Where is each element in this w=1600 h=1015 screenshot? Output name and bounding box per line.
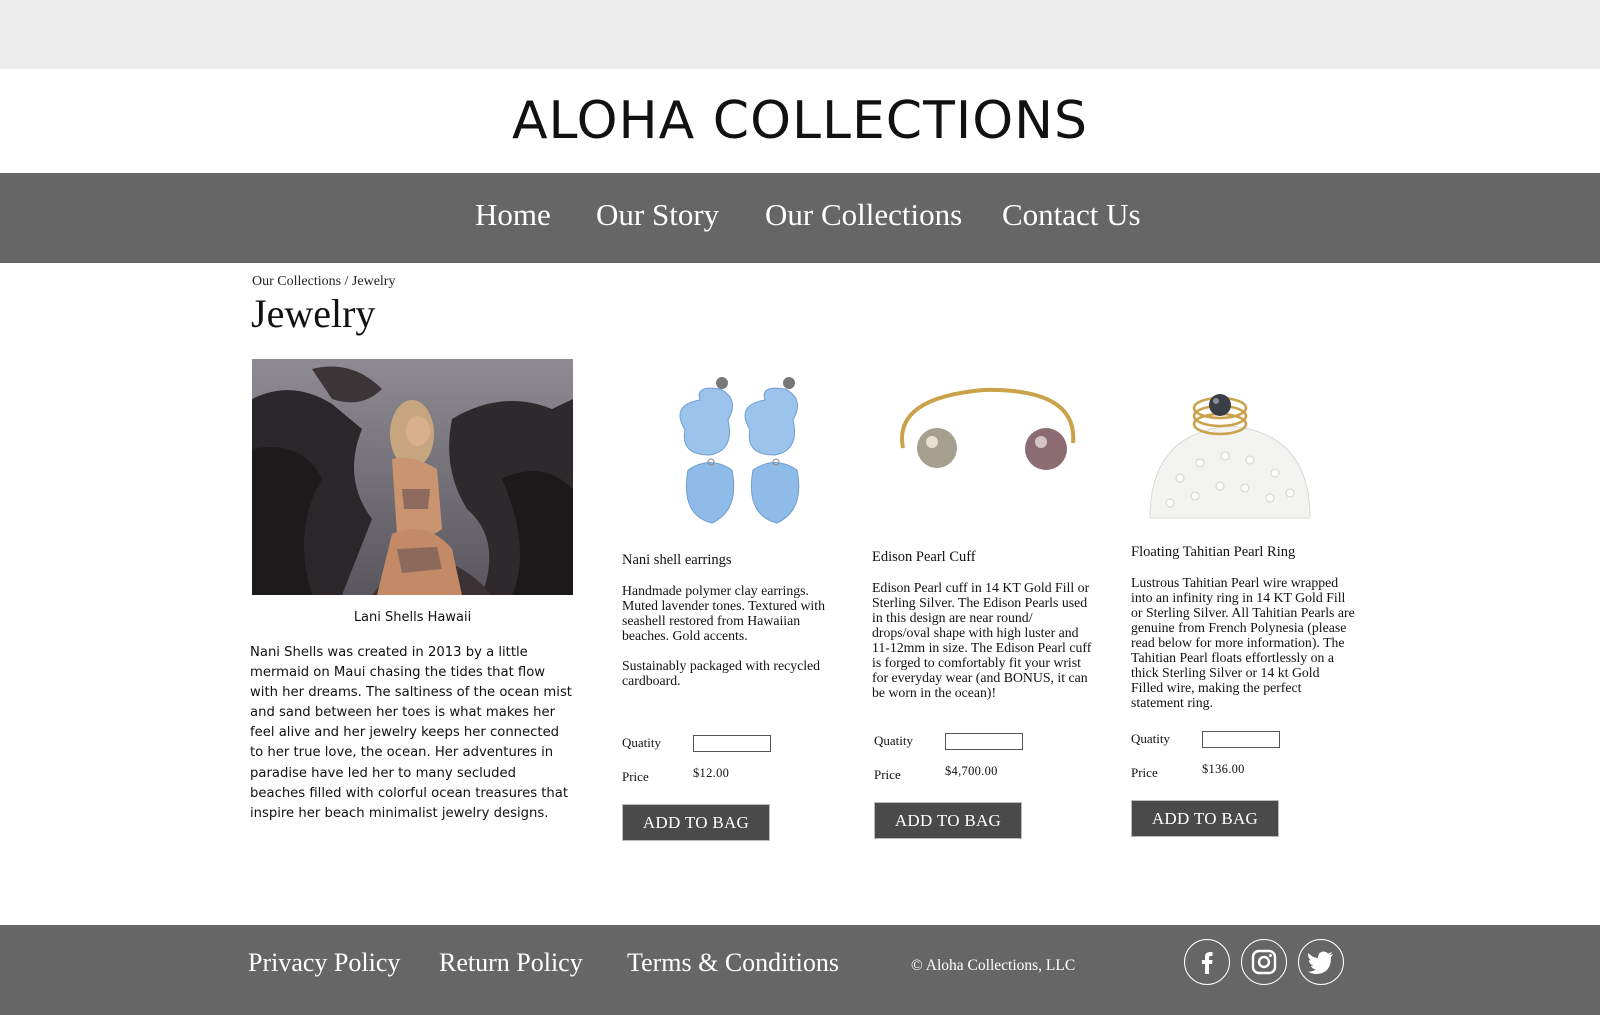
- copyright-text: © Aloha Collections, LLC: [911, 957, 1076, 974]
- nav-our-story[interactable]: Our Story: [596, 197, 719, 233]
- add-to-bag-button[interactable]: ADD TO BAG: [874, 802, 1022, 839]
- product-description-para: Sustainably packaged with recycled cardb…: [622, 658, 821, 688]
- instagram-icon[interactable]: [1241, 939, 1287, 985]
- nav-contact-us[interactable]: Contact Us: [1002, 197, 1141, 233]
- about-text: Nani Shells was created in 2013 by a lit…: [250, 645, 572, 821]
- product-image-pearl-ring[interactable]: [1140, 378, 1320, 526]
- model-photo: [252, 359, 573, 595]
- price-value: $4,700.00: [945, 764, 998, 778]
- site-footer: Privacy Policy Return Policy Terms & Con…: [0, 925, 1600, 1015]
- price-value: $12.00: [693, 766, 730, 780]
- product-name[interactable]: Edison Pearl Cuff: [872, 549, 976, 566]
- nav-home[interactable]: Home: [475, 197, 551, 233]
- add-to-bag-button[interactable]: ADD TO BAG: [622, 804, 770, 841]
- breadcrumb[interactable]: Our Collections / Jewelry: [252, 274, 395, 290]
- product-description: Edison Pearl cuff in 14 KT Gold Fill or …: [872, 580, 1092, 700]
- product-description: Handmade polymer clay earrings. Muted la…: [622, 583, 844, 688]
- product-image-pearl-cuff[interactable]: [883, 378, 1088, 503]
- tahitian-pearl-ring-icon: [1149, 394, 1311, 519]
- quantity-label: Quatity: [874, 733, 913, 748]
- price-label: Price: [622, 769, 649, 784]
- product-description-para: Edison Pearl cuff in 14 KT Gold Fill or …: [872, 580, 1092, 700]
- quantity-input[interactable]: [1202, 731, 1280, 748]
- footer-link-terms-conditions[interactable]: Terms & Conditions: [627, 948, 839, 978]
- site-header: ALOHA COLLECTIONS: [0, 69, 1600, 173]
- top-bar: [0, 0, 1600, 69]
- site-title[interactable]: ALOHA COLLECTIONS: [0, 69, 1600, 173]
- product-name[interactable]: Nani shell earrings: [622, 552, 732, 569]
- model-on-rocks-image: [252, 359, 573, 595]
- footer-link-privacy-policy[interactable]: Privacy Policy: [248, 948, 400, 978]
- quantity-input[interactable]: [693, 735, 771, 752]
- price-label: Price: [874, 767, 901, 782]
- product-description: Lustrous Tahitian Pearl wire wrapped int…: [1131, 575, 1355, 710]
- pearl-cuff-icon: [900, 387, 1076, 470]
- nav-our-collections[interactable]: Our Collections: [765, 197, 962, 233]
- main-nav: Home Our Story Our Collections Contact U…: [0, 173, 1600, 263]
- quantity-input[interactable]: [945, 733, 1023, 750]
- facebook-icon[interactable]: [1184, 939, 1230, 985]
- feature-caption: Lani Shells Hawaii: [353, 610, 472, 625]
- price-value: $136.00: [1202, 762, 1245, 776]
- quantity-label: Quatity: [1131, 731, 1170, 746]
- price-label: Price: [1131, 765, 1158, 780]
- quantity-label: Quatity: [622, 735, 661, 750]
- page-title: Jewelry: [251, 291, 376, 336]
- product-description-para: Handmade polymer clay earrings. Muted la…: [622, 583, 825, 643]
- add-to-bag-button[interactable]: ADD TO BAG: [1131, 800, 1279, 837]
- footer-link-return-policy[interactable]: Return Policy: [439, 948, 583, 978]
- product-name[interactable]: Floating Tahitian Pearl Ring: [1131, 544, 1295, 561]
- blue-shell-earrings-icon: [679, 377, 800, 524]
- product-description-para: Lustrous Tahitian Pearl wire wrapped int…: [1131, 575, 1355, 710]
- product-image-earrings[interactable]: [640, 375, 815, 535]
- twitter-icon[interactable]: [1298, 939, 1344, 985]
